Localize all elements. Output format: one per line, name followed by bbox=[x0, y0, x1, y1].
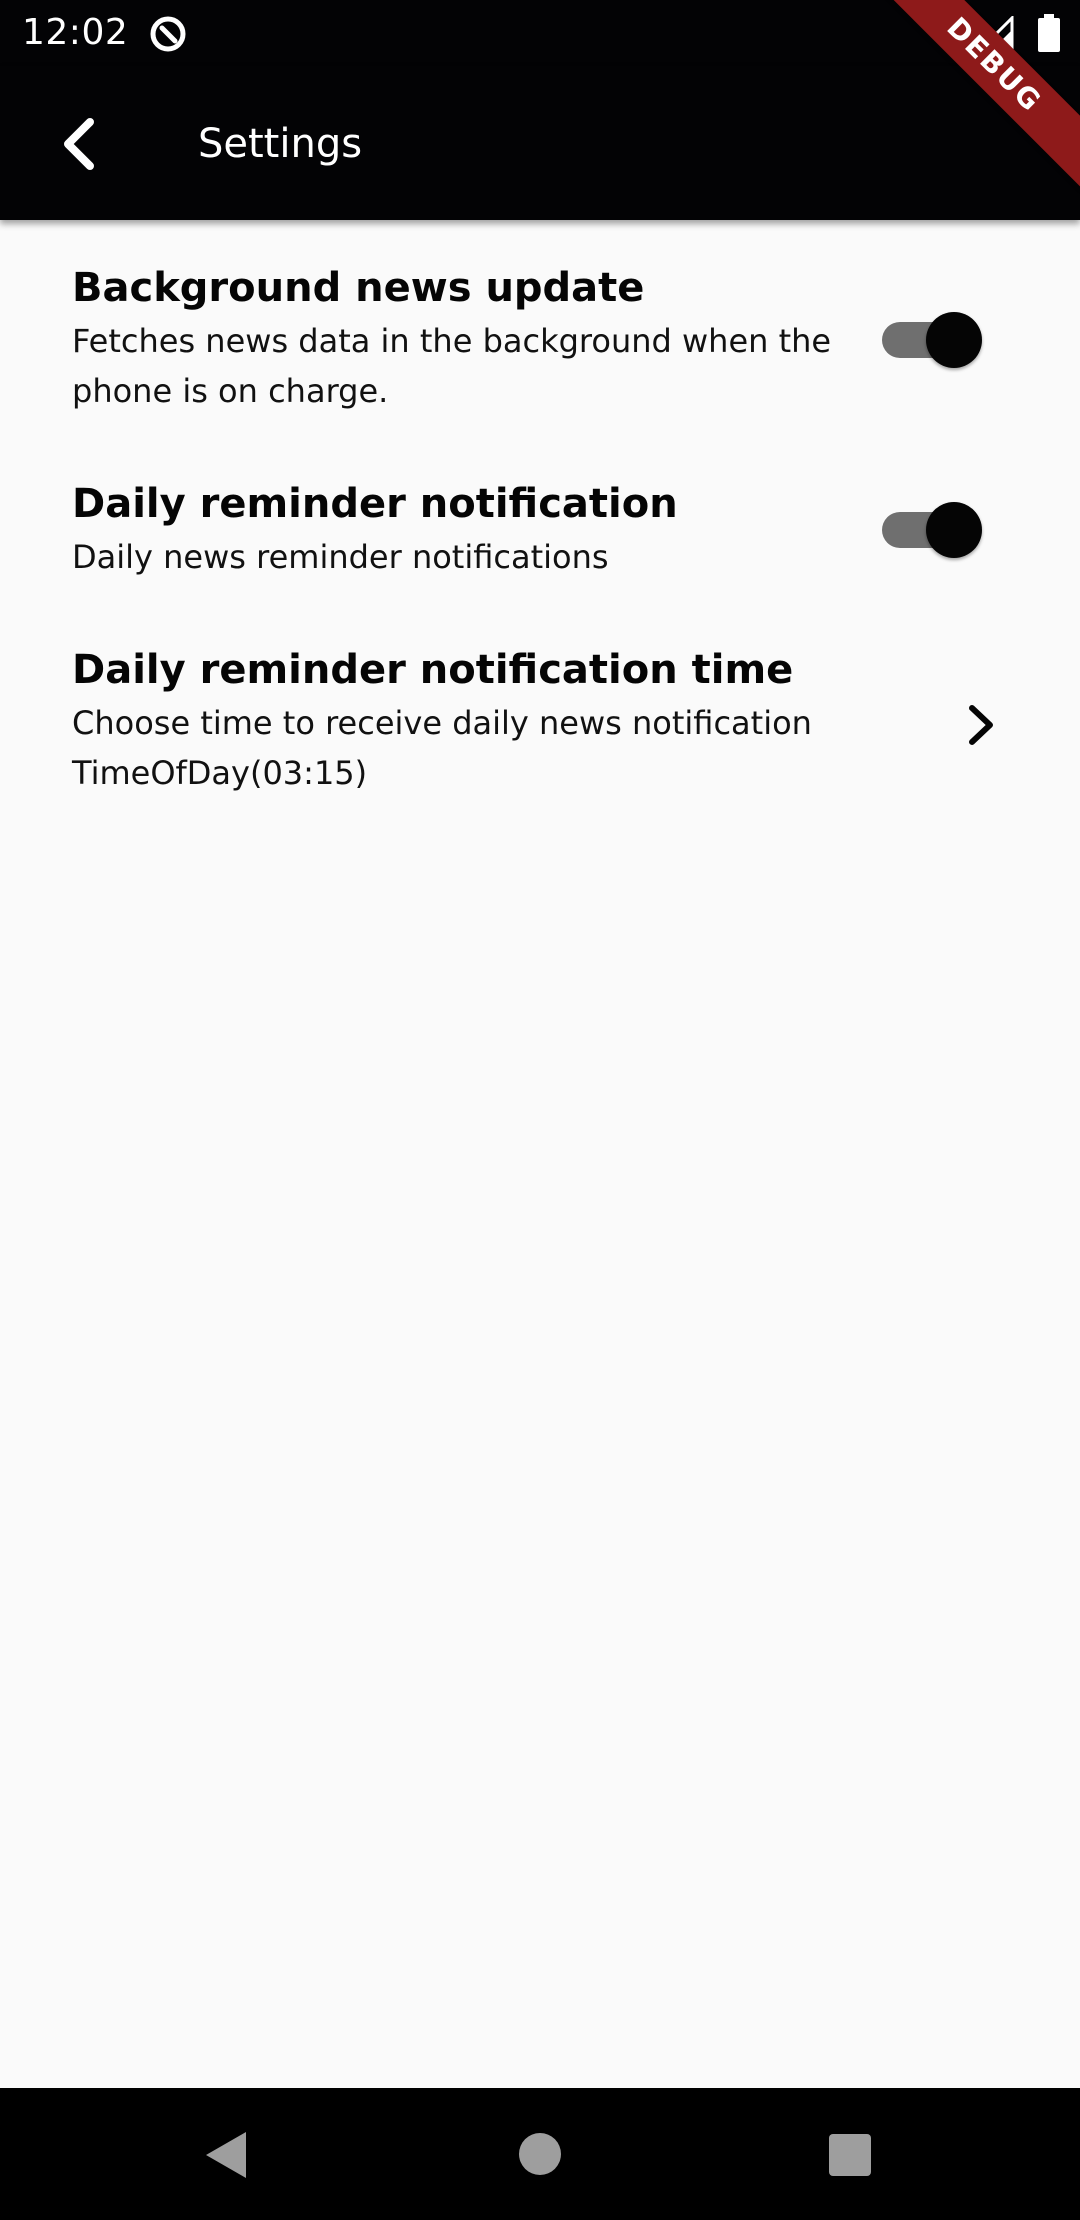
setting-title: Daily reminder notification bbox=[72, 481, 678, 527]
nav-recents-icon[interactable] bbox=[829, 2134, 871, 2176]
setting-title: Daily reminder notification time bbox=[72, 647, 794, 693]
app-bar: Settings bbox=[0, 66, 1080, 220]
back-arrow-icon bbox=[64, 118, 94, 170]
status-time: 12:02 bbox=[22, 12, 129, 53]
setting-background-news-update[interactable]: Background news update Fetches news data… bbox=[0, 260, 1080, 430]
setting-time-value: TimeOfDay(03:15) bbox=[72, 754, 368, 792]
setting-subtitle: Fetches news data in the background when… bbox=[72, 322, 832, 410]
setting-daily-reminder-time[interactable]: Daily reminder notification time Choose … bbox=[0, 642, 1080, 812]
setting-subtitle: Choose time to receive daily news notifi… bbox=[72, 704, 812, 742]
background-update-toggle[interactable] bbox=[880, 310, 984, 370]
battery-icon bbox=[1038, 14, 1060, 52]
back-button[interactable] bbox=[40, 106, 116, 182]
setting-title: Background news update bbox=[72, 265, 645, 311]
app-notification-icon bbox=[150, 16, 186, 52]
chevron-right-icon bbox=[969, 705, 993, 745]
daily-reminder-toggle[interactable] bbox=[880, 500, 984, 560]
toggle-thumb bbox=[926, 502, 982, 558]
setting-daily-reminder-notification[interactable]: Daily reminder notification Daily news r… bbox=[0, 476, 1080, 596]
setting-subtitle: Daily news reminder notifications bbox=[72, 538, 609, 576]
nav-home-icon[interactable] bbox=[519, 2133, 561, 2175]
page-title: Settings bbox=[198, 121, 363, 167]
nav-back-icon[interactable] bbox=[204, 2130, 248, 2180]
navigation-bar bbox=[0, 2088, 1080, 2220]
toggle-thumb bbox=[926, 312, 982, 368]
